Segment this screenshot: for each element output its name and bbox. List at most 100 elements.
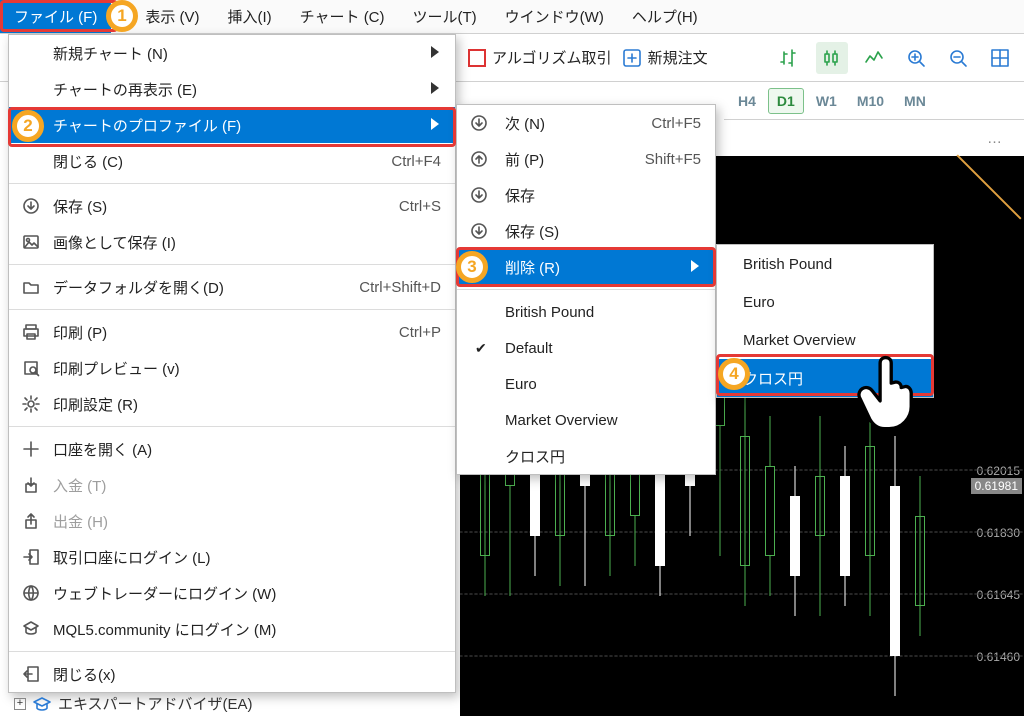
graduation-cap-icon	[32, 696, 52, 712]
menu-item-label: チャートの再表示 (E)	[53, 79, 197, 100]
file-menu-item[interactable]: 閉じる(x)	[9, 656, 455, 692]
menu-item-label: データフォルダを開く(D)	[53, 277, 224, 298]
menu-item-label: 入金 (T)	[53, 475, 106, 496]
menu-item-shortcut: Ctrl+Shift+D	[319, 279, 441, 296]
menu-item-shortcut: Ctrl+F5	[611, 115, 701, 132]
profile-menu-item[interactable]: クロス円	[457, 438, 715, 474]
file-menu-item[interactable]: 取引口座にログイン (L)	[9, 539, 455, 575]
hand-cursor-icon	[854, 352, 924, 432]
tree-item-ea[interactable]: + エキスパートアドバイザ(EA)	[14, 693, 253, 714]
profile-menu-item[interactable]: 保存 (S)	[457, 213, 715, 249]
chart-type-bar-button[interactable]	[774, 42, 806, 74]
none-icon	[21, 151, 41, 171]
plus-square-icon	[622, 48, 642, 68]
menu-item-label: 新規チャート (N)	[53, 43, 168, 64]
menu-item-label: 印刷プレビュー (v)	[53, 358, 180, 379]
menu-item-label: 取引口座にログイン (L)	[53, 547, 211, 568]
tf-d1[interactable]: D1	[768, 88, 804, 114]
menu-item-shortcut: Ctrl+S	[359, 198, 441, 215]
file-menu: 新規チャート (N)チャートの再表示 (E)チャートのプロファイル (F)閉じる…	[8, 34, 456, 693]
delete-menu-item[interactable]: Euro	[717, 283, 933, 321]
profile-menu-item[interactable]: British Pound	[457, 294, 715, 330]
menu-item-label: 口座を開く (A)	[53, 439, 152, 460]
profile-menu-item[interactable]: 前 (P)Shift+F5	[457, 141, 715, 177]
printer-icon	[21, 322, 41, 342]
profile-menu-item[interactable]: 削除 (R)	[457, 249, 715, 285]
menu-file[interactable]: ファイル (F)	[0, 0, 111, 33]
algo-trading-toggle[interactable]: アルゴリズム取引	[468, 47, 612, 68]
download-icon	[21, 196, 41, 216]
profile-menu-item[interactable]: Market Overview	[457, 402, 715, 438]
file-menu-item[interactable]: MQL5.community にログイン (M)	[9, 611, 455, 647]
tf-mn[interactable]: MN	[896, 89, 934, 113]
file-menu-item[interactable]: 新規チャート (N)	[9, 35, 455, 71]
menu-item-label: 次 (N)	[505, 113, 545, 134]
withdraw-icon	[21, 511, 41, 531]
profile-submenu: 次 (N) Ctrl+F5 前 (P)Shift+F5保存保存 (S) 削除 (R) B…	[456, 104, 716, 475]
zoom-in-button[interactable]	[900, 42, 932, 74]
blank-icon	[469, 338, 489, 358]
menu-item-shortcut: Ctrl+P	[359, 324, 441, 341]
menu-item-shortcut: Ctrl+F4	[351, 153, 441, 170]
folder-icon	[21, 277, 41, 297]
menu-item-label: Euro	[505, 376, 537, 393]
tf-h4[interactable]: H4	[730, 89, 764, 113]
file-menu-item[interactable]: 印刷 (P)Ctrl+P	[9, 314, 455, 350]
menu-item-label: 印刷設定 (R)	[53, 394, 138, 415]
blank-icon	[469, 302, 489, 322]
file-menu-item: 出金 (H)	[9, 503, 455, 539]
community-icon	[21, 619, 41, 639]
close-icon	[21, 664, 41, 684]
menu-item-label: MQL5.community にログイン (M)	[53, 619, 276, 640]
stop-icon	[468, 49, 486, 67]
grid-button[interactable]	[984, 42, 1016, 74]
menu-item-shortcut: Shift+F5	[605, 151, 701, 168]
profile-menu-item[interactable]: 保存	[457, 177, 715, 213]
expand-icon[interactable]: +	[14, 698, 26, 710]
submenu-arrow-icon	[431, 117, 441, 134]
menu-window[interactable]: ウインドウ(W)	[491, 0, 618, 33]
profile-menu-item[interactable]: Euro	[457, 366, 715, 402]
file-menu-item[interactable]: 保存 (S) Ctrl+S	[9, 188, 455, 224]
file-menu-item[interactable]: データフォルダを開く(D) Ctrl+Shift+D	[9, 269, 455, 305]
none-icon	[21, 79, 41, 99]
blank-icon	[469, 410, 489, 430]
tf-m10[interactable]: M10	[849, 89, 892, 113]
annotation-badge-3: 3	[456, 251, 488, 283]
menu-item-label: 削除 (R)	[505, 257, 560, 278]
menu-item-label: Euro	[743, 294, 775, 311]
submenu-arrow-icon	[691, 259, 701, 276]
tf-w1[interactable]: W1	[808, 89, 845, 113]
chart-type-candle-button[interactable]	[816, 42, 848, 74]
profile-menu-item[interactable]: Default	[457, 330, 715, 366]
menu-item-label: Market Overview	[505, 412, 618, 429]
file-menu-item[interactable]: 画像として保存 (I)	[9, 224, 455, 260]
menu-help[interactable]: ヘルプ(H)	[618, 0, 712, 33]
chart-type-line-button[interactable]	[858, 42, 890, 74]
menu-item-label: Market Overview	[743, 332, 856, 349]
profile-menu-item[interactable]: 次 (N) Ctrl+F5	[457, 105, 715, 141]
blank-icon	[469, 374, 489, 394]
file-menu-item[interactable]: 口座を開く (A)	[9, 431, 455, 467]
file-menu-item[interactable]: 印刷プレビュー (v)	[9, 350, 455, 386]
algo-trading-label: アルゴリズム取引	[492, 47, 612, 68]
tree-item-label: エキスパートアドバイザ(EA)	[58, 693, 253, 714]
plus-icon	[21, 439, 41, 459]
file-menu-item[interactable]: チャートの再表示 (E)	[9, 71, 455, 107]
download-icon	[469, 221, 489, 241]
globe-icon	[21, 583, 41, 603]
file-menu-item[interactable]: ウェブトレーダーにログイン (W)	[9, 575, 455, 611]
delete-menu-item[interactable]: British Pound	[717, 245, 933, 283]
file-menu-item[interactable]: 閉じる (C)Ctrl+F4	[9, 143, 455, 179]
menu-insert[interactable]: 挿入(I)	[214, 0, 286, 33]
menu-item-label: 保存 (S)	[53, 196, 107, 217]
menu-item-label: British Pound	[743, 256, 832, 273]
menu-item-label: クロス円	[505, 446, 565, 467]
file-menu-item[interactable]: 印刷設定 (R)	[9, 386, 455, 422]
menu-tools[interactable]: ツール(T)	[399, 0, 491, 33]
zoom-out-button[interactable]	[942, 42, 974, 74]
menu-chart[interactable]: チャート (C)	[286, 0, 399, 33]
menu-item-label: British Pound	[505, 304, 594, 321]
file-menu-item[interactable]: チャートのプロファイル (F)	[9, 107, 455, 143]
new-order-button[interactable]: 新規注文	[622, 47, 708, 68]
